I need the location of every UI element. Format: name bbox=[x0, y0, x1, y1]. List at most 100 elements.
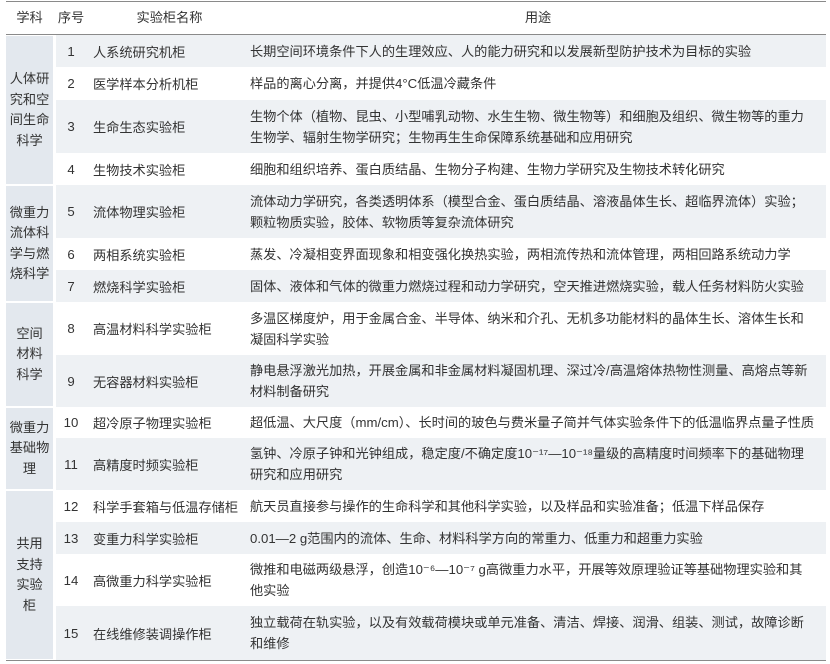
cabinet-purpose: 微推和电磁两级悬浮，创造10⁻⁶—10⁻⁷ g高微重力水平，开展等效原理验证等基… bbox=[246, 559, 826, 601]
purpose-line: 0.01—2 g范围内的流体、生命、材料科学方向的常重力、低重力和超重力实验 bbox=[250, 530, 703, 546]
subject-cell: 空间 材料 科学 bbox=[6, 303, 53, 406]
cabinet-name: 生物技术实验柜 bbox=[93, 162, 186, 178]
table-row: 4 生物技术实验柜 细胞和组织培养、蛋白质结晶、生物分子构建、生物力学研究及生物… bbox=[56, 153, 826, 185]
row-number: 10 bbox=[63, 415, 79, 430]
cabinet-name: 变重力科学实验柜 bbox=[93, 531, 199, 547]
subject-cell: 微重力 流体科 学与燃 烧科学 bbox=[6, 186, 53, 301]
purpose-line: 超低温、大尺度（mm/cm）、长时间的玻色与费米量子简并气体实验条件下的低温临界… bbox=[250, 415, 815, 430]
purpose-line: 微推和电磁两级悬浮，创造10⁻⁶—10⁻⁷ g高微重力水平，开展等效原理验证等基… bbox=[250, 562, 803, 577]
row-number: 12 bbox=[63, 498, 79, 514]
table-row: 5 流体物理实验柜 流体动力学研究，各类透明体系（模型合金、蛋白质结晶、溶液晶体… bbox=[56, 185, 826, 238]
cabinet-purpose: 航天员直接参与操作的生命科学和其他科学实验，以及样品和实验准备；低温下样品保存 bbox=[246, 496, 826, 517]
purpose-line: 研究和应用研究 bbox=[250, 467, 343, 482]
table-body: 1 人系统研究机柜 长期空间环境条件下人的生理效应、人的能力研究和以发展新型防护… bbox=[56, 35, 826, 660]
cabinet-purpose: 蒸发、冷凝相变界面现象和相变强化换热实验，两相流传热和流体管理，两相回路系统动力… bbox=[246, 244, 826, 265]
purpose-line: 生物学、辐射生物学研究；生物再生生命保障系统基础和应用研究 bbox=[250, 129, 633, 145]
cabinet-purpose: 静电悬浮激光加热，开展金属和非金属材料凝固机理、深过冷/高温熔体热物性测量、高熔… bbox=[246, 360, 826, 402]
table-row: 3 生命生态实验柜 生物个体（植物、昆虫、小型哺乳动物、水生生物、微生物等）和细… bbox=[56, 100, 826, 153]
purpose-line: 静电悬浮激光加热，开展金属和非金属材料凝固机理、深过冷/高温熔体热物性测量、高熔… bbox=[250, 363, 808, 378]
cabinet-purpose: 长期空间环境条件下人的生理效应、人的能力研究和以发展新型防护技术为目标的实验 bbox=[246, 41, 826, 62]
row-number: 3 bbox=[67, 119, 75, 134]
table-row: 7 燃烧科学实验柜 固体、液体和气体的微重力燃烧过程和动力学研究，空天推进燃烧实… bbox=[56, 270, 826, 302]
purpose-line: 固体、液体和气体的微重力燃烧过程和动力学研究，空天推进燃烧实验，载人任务材料防火… bbox=[250, 278, 804, 294]
subject-line: 间生命 bbox=[9, 112, 50, 127]
header-subject: 学科 bbox=[16, 10, 43, 25]
purpose-line: 航天员直接参与操作的生命科学和其他科学实验，以及样品和实验准备；低温下样品保存 bbox=[250, 498, 765, 514]
cabinet-purpose: 多温区梯度炉，用于金属合金、半导体、纳米和介孔、无机多功能材料的晶体生长、溶体生… bbox=[246, 308, 826, 350]
subject-cell: 共用 支持 实验 柜 bbox=[6, 491, 53, 659]
subject-line: 支持 bbox=[16, 556, 43, 572]
table-row: 11 高精度时频实验柜 氢钟、冷原子钟和光钟组成，稳定度/不确定度10⁻¹⁷—1… bbox=[56, 438, 826, 490]
row-number: 6 bbox=[67, 246, 75, 262]
cabinet-name: 医学样本分析机柜 bbox=[93, 77, 199, 92]
purpose-line: 蒸发、冷凝相变界面现象和相变强化换热实验，两相流传热和流体管理，两相回路系统动力… bbox=[250, 246, 791, 262]
cabinet-purpose: 氢钟、冷原子钟和光钟组成，稳定度/不确定度10⁻¹⁷—10⁻¹⁸量级的高精度时间… bbox=[246, 443, 826, 485]
subject-line: 柜 bbox=[22, 597, 37, 613]
purpose-line: 材料制备研究 bbox=[250, 384, 330, 399]
cabinet-purpose: 固体、液体和气体的微重力燃烧过程和动力学研究，空天推进燃烧实验，载人任务材料防火… bbox=[246, 276, 826, 297]
cabinet-name: 燃烧科学实验柜 bbox=[93, 279, 186, 295]
subject-line: 材料 bbox=[16, 346, 43, 362]
table-bottom-rule bbox=[6, 660, 826, 661]
row-number: 15 bbox=[63, 625, 79, 641]
header-number: 序号 bbox=[57, 10, 85, 25]
row-number: 13 bbox=[63, 530, 79, 546]
subject-line: 微重力 bbox=[9, 204, 50, 220]
purpose-line: 颗粒物质实验，胶体、软物质等复杂流体研究 bbox=[250, 214, 514, 230]
purpose-line: 细胞和组织培养、蛋白质结晶、生物分子构建、生物力学研究及生物技术转化研究 bbox=[250, 161, 725, 177]
cabinet-purpose: 独立载荷在轨实验，以及有效载荷模块或单元准备、清洁、焊接、润滑、组装、测试，故障… bbox=[246, 612, 826, 654]
row-number: 14 bbox=[63, 572, 79, 588]
cabinet-name: 流体物理实验柜 bbox=[93, 205, 186, 220]
table-header: 学科 序号 实验柜名称 用途 bbox=[6, 1, 826, 35]
table-row: 6 两相系统实验柜 蒸发、冷凝相变界面现象和相变强化换热实验，两相流传热和流体管… bbox=[56, 238, 826, 270]
cabinet-name: 两相系统实验柜 bbox=[93, 247, 186, 263]
cabinet-purpose: 超低温、大尺度（mm/cm）、长时间的玻色与费米量子简并气体实验条件下的低温临界… bbox=[246, 412, 826, 433]
row-number: 8 bbox=[67, 321, 75, 336]
subject-line: 共用 bbox=[16, 536, 43, 551]
cabinet-purpose: 细胞和组织培养、蛋白质结晶、生物分子构建、生物力学研究及生物技术转化研究 bbox=[246, 159, 826, 180]
subject-line: 人体研 bbox=[9, 71, 50, 86]
cabinet-purpose: 流体动力学研究，各类透明体系（模型合金、蛋白质结晶、溶液晶体生长、超临界流体）实… bbox=[246, 191, 826, 233]
purpose-line: 和维修 bbox=[250, 636, 290, 651]
subject-line: 究和空 bbox=[9, 91, 50, 107]
cabinet-purpose: 生物个体（植物、昆虫、小型哺乳动物、水生生物、微生物等）和细胞及组织、微生物等的… bbox=[246, 106, 826, 148]
subject-line: 空间 bbox=[16, 325, 43, 341]
row-number: 11 bbox=[64, 456, 78, 472]
purpose-line: 多温区梯度炉，用于金属合金、半导体、纳米和介孔、无机多功能材料的晶体生长、溶体生… bbox=[250, 310, 804, 326]
table-row: 9 无容器材料实验柜 静电悬浮激光加热，开展金属和非金属材料凝固机理、深过冷/高… bbox=[56, 355, 826, 407]
table-row: 1 人系统研究机柜 长期空间环境条件下人的生理效应、人的能力研究和以发展新型防护… bbox=[56, 35, 826, 67]
cabinet-name: 超冷原子物理实验柜 bbox=[93, 416, 212, 431]
subject-line: 烧科学 bbox=[9, 266, 50, 281]
purpose-line: 独立载荷在轨实验，以及有效载荷模块或单元准备、清洁、焊接、润滑、组装、测试，故障… bbox=[250, 615, 804, 630]
purpose-line: 生物个体（植物、昆虫、小型哺乳动物、水生生物、微生物等）和细胞及组织、微生物等的… bbox=[250, 108, 804, 124]
subject-line: 科学 bbox=[16, 132, 43, 148]
table-row: 14 高微重力科学实验柜 微推和电磁两级悬浮，创造10⁻⁶—10⁻⁷ g高微重力… bbox=[56, 554, 826, 606]
cabinet-purpose: 样品的离心分离，并提供4°C低温冷藏条件 bbox=[246, 73, 826, 94]
cabinet-purpose: 0.01—2 g范围内的流体、生命、材料科学方向的常重力、低重力和超重力实验 bbox=[246, 528, 826, 549]
row-number: 7 bbox=[67, 278, 75, 294]
subject-cell: 人体研 究和空 间生命 科学 bbox=[6, 36, 53, 184]
row-number: 2 bbox=[67, 76, 75, 91]
purpose-line: 长期空间环境条件下人的生理效应、人的能力研究和以发展新型防护技术为目标的实验 bbox=[250, 43, 752, 59]
cabinet-name: 在线维修装调操作柜 bbox=[93, 626, 212, 642]
table-row: 15 在线维修装调操作柜 独立载荷在轨实验，以及有效载荷模块或单元准备、清洁、焊… bbox=[56, 606, 826, 660]
header-name: 实验柜名称 bbox=[136, 10, 203, 25]
row-number: 1 bbox=[67, 43, 75, 59]
cabinet-name: 人系统研究机柜 bbox=[93, 44, 186, 60]
cabinet-name: 无容器材料实验柜 bbox=[93, 374, 199, 390]
subject-line: 理 bbox=[22, 460, 37, 476]
cabinet-name: 高精度时频实验柜 bbox=[93, 457, 199, 473]
table-row: 2 医学样本分析机柜 样品的离心分离，并提供4°C低温冷藏条件 bbox=[56, 67, 826, 100]
subject-line: 微重力 bbox=[9, 419, 50, 435]
purpose-line: 凝固科学实验 bbox=[250, 331, 330, 347]
experiment-cabinet-table: 学科 序号 实验柜名称 用途 人体研 究和空 间生命 科学 微重力 流体科 学与… bbox=[0, 0, 830, 664]
subject-line: 实验 bbox=[16, 577, 43, 592]
table-row: 10 超冷原子物理实验柜 超低温、大尺度（mm/cm）、长时间的玻色与费米量子简… bbox=[56, 407, 826, 438]
header-purpose: 用途 bbox=[524, 10, 552, 25]
subject-line: 基础物 bbox=[9, 440, 50, 456]
table-row: 12 科学手套箱与低温存储柜 航天员直接参与操作的生命科学和其他科学实验，以及样… bbox=[56, 490, 826, 522]
row-number: 9 bbox=[67, 373, 75, 389]
subject-line: 科学 bbox=[16, 366, 43, 382]
purpose-line: 样品的离心分离，并提供4°C低温冷藏条件 bbox=[250, 76, 497, 91]
row-number: 5 bbox=[67, 204, 75, 219]
